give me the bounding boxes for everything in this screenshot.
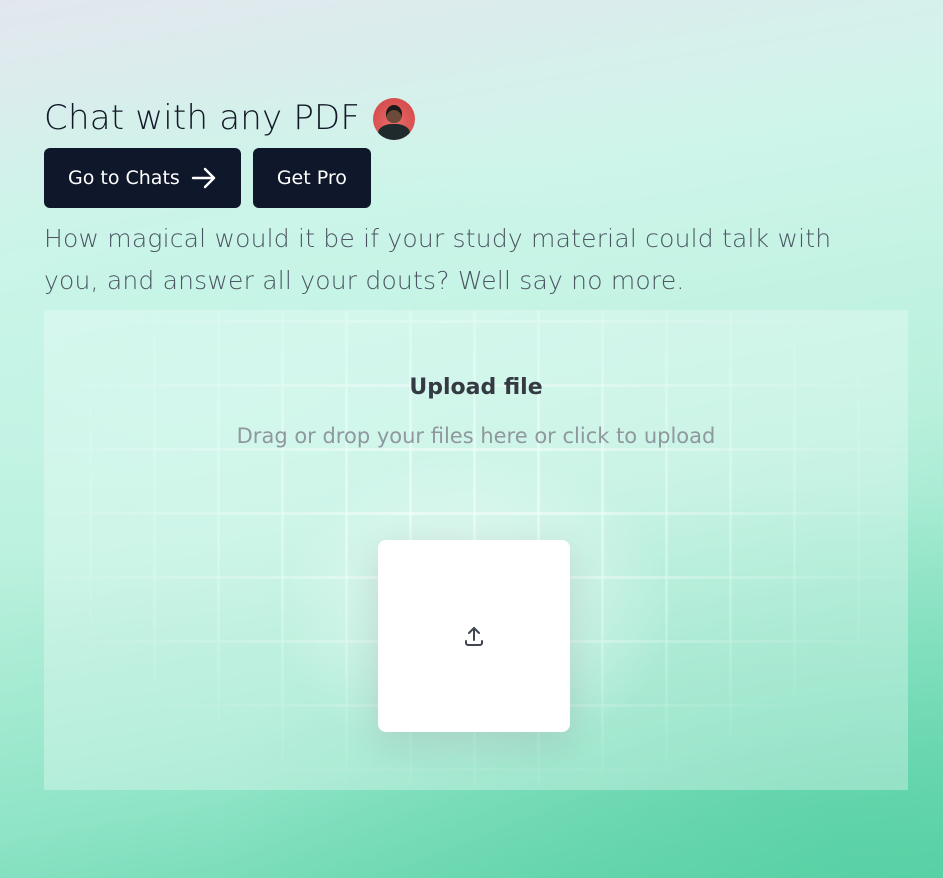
intro-subtitle: How magical would it be if your study ma…: [44, 224, 832, 295]
file-upload-dropzone[interactable]: Upload file Drag or drop your files here…: [44, 310, 908, 790]
get-pro-button[interactable]: Get Pro: [252, 148, 371, 208]
avatar-head-shape: [386, 105, 403, 123]
upload-button[interactable]: [378, 540, 570, 732]
get-pro-label: Get Pro: [276, 167, 347, 189]
go-to-chats-label: Go to Chats: [68, 167, 180, 189]
upload-hint: Drag or drop your files here or click to…: [236, 424, 716, 448]
go-to-chats-button[interactable]: Go to Chats: [44, 148, 241, 208]
title-row: Chat with any PDF: [44, 96, 904, 140]
avatar-body-shape: [378, 124, 411, 140]
arrow-right-icon: [191, 167, 216, 189]
hero-section: Chat with any PDF Go to Chats Get Pro Ho…: [44, 96, 904, 302]
upload-title: Upload file: [409, 375, 543, 400]
upload-icon: [465, 627, 483, 646]
page-title: Chat with any PDF: [44, 98, 361, 138]
avatar[interactable]: [373, 98, 416, 140]
action-buttons: Go to Chats Get Pro: [44, 148, 904, 208]
